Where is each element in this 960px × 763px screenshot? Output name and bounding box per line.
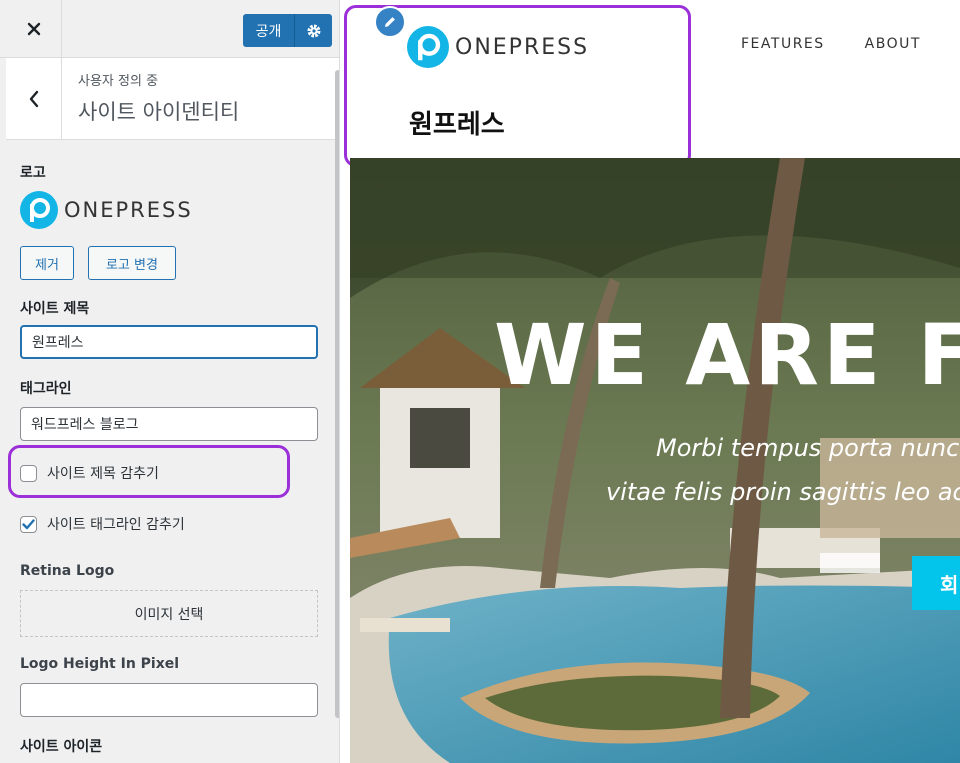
onepress-logo-icon: [20, 191, 58, 229]
edit-shortcut-button[interactable]: [374, 6, 406, 38]
section-header: 사용자 정의 중 사이트 아이덴티티: [6, 58, 339, 140]
hero-headline: WE ARE F: [494, 306, 960, 404]
hero-cta-button[interactable]: 회: [912, 556, 960, 610]
hero-subtext-line-1: Morbi tempus porta nunc p: [656, 434, 960, 462]
hero-section: WE ARE F Morbi tempus porta nunc p vitae…: [350, 158, 960, 763]
logo-height-label: Logo Height In Pixel: [20, 656, 180, 672]
section-subtitle: 사용자 정의 중: [78, 74, 159, 89]
hide-tagline-label: 사이트 태그라인 감추기: [47, 517, 185, 533]
sidebar-scrollbar[interactable]: [335, 70, 339, 718]
chevron-left-icon: [29, 90, 38, 107]
back-button[interactable]: [6, 58, 62, 139]
section-title: 사이트 아이덴티티: [78, 100, 240, 124]
customizer-topbar: 공개: [0, 0, 339, 58]
main-navigation: FEATURES ABOUT: [741, 36, 921, 52]
customizer-app: 공개 사용자 정의 중 사이트 아이덴티티 로고 ONEPRESS 제거 로고 …: [0, 0, 960, 763]
site-title-input[interactable]: 원프레스: [20, 325, 318, 359]
logo-height-input[interactable]: [20, 683, 318, 717]
hide-tagline-option[interactable]: 사이트 태그라인 감추기: [20, 514, 185, 534]
close-customizer-button[interactable]: [6, 0, 62, 58]
retina-logo-label: Retina Logo: [20, 563, 115, 579]
gear-icon: [307, 24, 320, 37]
pencil-icon: [385, 17, 395, 27]
site-icon-label: 사이트 아이콘: [20, 739, 103, 755]
select-image-button[interactable]: 이미지 선택: [20, 590, 318, 637]
logo-wordmark: ONEPRESS: [64, 198, 193, 222]
close-icon: [27, 22, 40, 36]
nav-item-about[interactable]: ABOUT: [865, 36, 921, 52]
hero-subtext-line-2: vitae felis proin sagittis leo ac te: [606, 478, 960, 506]
site-preview: ONEPRESS 원프레스 FEATURES ABOUT WE ARE F Mo…: [341, 0, 960, 763]
hide-tagline-checkbox[interactable]: [20, 515, 37, 533]
checkmark-icon: [22, 518, 35, 529]
publish-button[interactable]: 공개: [243, 14, 295, 47]
logo-label: 로고: [20, 165, 46, 181]
site-title-label: 사이트 제목: [20, 301, 90, 317]
site-header: ONEPRESS 원프레스 FEATURES ABOUT: [341, 0, 960, 167]
nav-item-features[interactable]: FEATURES: [741, 36, 825, 52]
customizer-sidebar: 공개 사용자 정의 중 사이트 아이덴티티 로고 ONEPRESS 제거 로고 …: [0, 0, 340, 763]
tagline-label: 태그라인: [20, 381, 72, 397]
remove-logo-button[interactable]: 제거: [20, 246, 74, 280]
controls-panel: 로고 ONEPRESS 제거 로고 변경 사이트 제목 원프레스 태그라인 워드…: [6, 140, 332, 763]
logo-thumbnail[interactable]: ONEPRESS: [20, 191, 193, 229]
publish-group: 공개: [243, 14, 332, 47]
change-logo-button[interactable]: 로고 변경: [88, 246, 176, 280]
publish-settings-button[interactable]: [295, 14, 332, 47]
tagline-input[interactable]: 워드프레스 블로그: [20, 407, 318, 441]
highlight-hide-title: [8, 445, 290, 498]
